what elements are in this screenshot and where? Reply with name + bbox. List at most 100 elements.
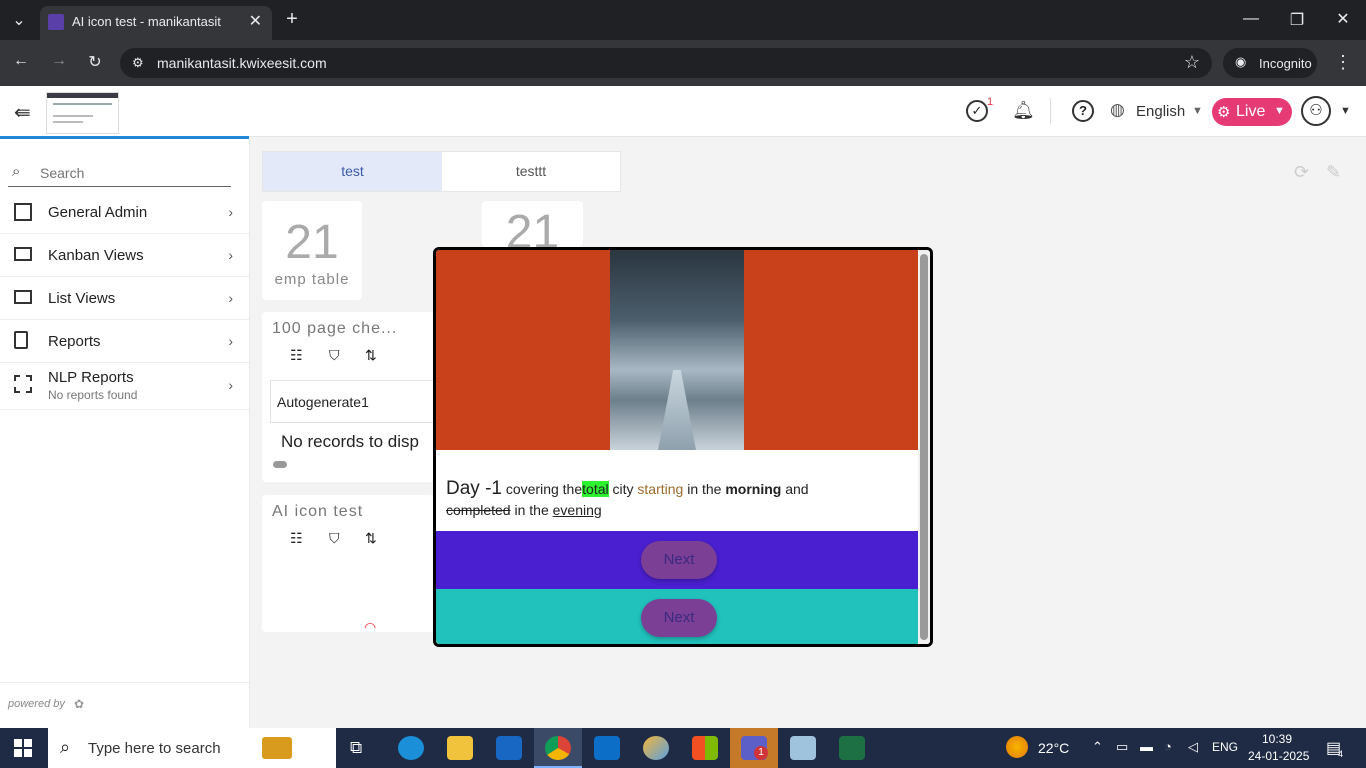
counter-card[interactable]: 21 emp table [262, 201, 362, 300]
language-dropdown-icon[interactable]: ▼ [1192, 105, 1203, 117]
windows-start-icon[interactable] [14, 739, 32, 757]
browser-tab-strip: ⌄ AI icon test - manikantasit ✕ + — ❐ ✕ [0, 0, 1366, 40]
close-window-icon[interactable]: ✕ [1332, 9, 1354, 29]
sidebar-item-label: NLP Reports [48, 369, 134, 386]
file-explorer-icon[interactable] [447, 736, 473, 760]
modal-scroll-thumb[interactable] [920, 254, 928, 640]
site-info-icon[interactable]: ⚙ [132, 55, 144, 71]
filter-icon[interactable]: ⛉ [329, 530, 340, 547]
browser-menu-icon[interactable]: ⋮ [1334, 52, 1352, 73]
briefcase-icon [262, 737, 292, 759]
sidebar-item-kanban-views[interactable]: Kanban Views › [0, 234, 249, 277]
weather-icon[interactable] [1006, 736, 1028, 758]
sidebar-item-general-admin[interactable]: General Admin › [0, 191, 249, 234]
minimize-icon[interactable]: — [1240, 10, 1262, 28]
horizontal-scrollbar[interactable] [273, 461, 287, 468]
incognito-icon: ◉ [1235, 54, 1247, 69]
sidebar-item-reports[interactable]: Reports › [0, 320, 249, 363]
store-icon[interactable] [692, 736, 718, 760]
sidebar-item-label: General Admin [48, 204, 148, 221]
incognito-label: Incognito [1259, 56, 1312, 71]
tray-chevron-icon[interactable]: ⌃ [1092, 739, 1103, 755]
tasks-count-badge: 1 [987, 96, 994, 108]
paint-icon[interactable] [643, 736, 669, 760]
sidebar-item-nlp-reports[interactable]: NLP Reports No reports found › [0, 363, 249, 410]
teams-taskbar-button[interactable]: 1 [730, 728, 778, 768]
taskbar-search-placeholder: Type here to search [88, 740, 221, 757]
edit-icon[interactable]: ✎ [1326, 162, 1341, 183]
tab-test[interactable]: test [263, 152, 442, 191]
counter-card-2[interactable]: 21 [482, 201, 583, 259]
text-segment: in the [687, 481, 722, 497]
columns-icon[interactable]: ☷ [290, 530, 303, 547]
new-tab-icon[interactable]: + [282, 8, 302, 30]
widget-title: 100 page che... [272, 320, 398, 337]
language-select[interactable]: English [1136, 103, 1185, 120]
modal-text: Day -1 covering thetotal city starting i… [446, 478, 916, 521]
wifi-icon[interactable]: ◔ [1164, 739, 1172, 754]
chevron-right-icon: › [228, 204, 233, 220]
forward-icon[interactable]: → [48, 52, 70, 70]
sort-icon[interactable]: ⇅ [365, 530, 377, 547]
restore-icon[interactable]: ❐ [1286, 10, 1308, 30]
sidebar-item-list-views[interactable]: List Views › [0, 277, 249, 320]
notifications-bell-icon[interactable]: 🔔︎ [1012, 100, 1035, 121]
task-view-icon[interactable]: ⧉ [350, 738, 362, 758]
clock-date[interactable]: 24-01-2025 [1248, 749, 1309, 763]
sidebar-search[interactable]: ⌕ [8, 161, 232, 187]
chrome-taskbar-button[interactable] [534, 728, 582, 768]
refresh-icon[interactable]: ⟳ [1294, 162, 1309, 183]
live-label: Live [1236, 103, 1266, 120]
highlight-text: total [582, 481, 609, 497]
excel-icon[interactable] [839, 736, 865, 760]
live-dropdown-icon: ▼ [1274, 105, 1285, 117]
tasks-check-icon[interactable]: ✓ [966, 100, 988, 122]
next-button[interactable]: Next [641, 541, 717, 579]
filter-icon[interactable]: ⛉ [329, 347, 340, 364]
table-column-header[interactable]: Autogenerate1 [277, 394, 369, 410]
taskbar-search[interactable]: ⌕ Type here to search [48, 728, 336, 768]
tab-search-icon[interactable]: ⌄ [8, 10, 30, 32]
widget-title: AI icon test [272, 503, 364, 520]
reload-icon[interactable]: ↻ [84, 52, 106, 72]
modal-scrollbar[interactable] [918, 250, 930, 644]
browser-tab[interactable]: AI icon test - manikantasit ✕ [40, 6, 272, 40]
input-language[interactable]: ENG [1212, 740, 1238, 754]
weather-temp[interactable]: 22°C [1038, 740, 1069, 756]
globe-icon[interactable]: ◍ [1110, 100, 1125, 120]
list-icon [14, 290, 32, 304]
columns-icon[interactable]: ☷ [290, 347, 303, 364]
bookmark-star-icon[interactable]: ☆ [1184, 52, 1200, 73]
clock-time[interactable]: 10:39 [1262, 732, 1292, 746]
user-menu-dropdown-icon[interactable]: ▼ [1340, 105, 1351, 117]
edge-icon[interactable] [398, 736, 424, 760]
sidebar-item-label: Reports [48, 333, 101, 350]
address-bar[interactable]: ⚙ manikantasit.kwixeesit.com ☆ [120, 48, 1212, 78]
sidebar-search-input[interactable] [38, 161, 232, 185]
sort-icon[interactable]: ⇅ [365, 347, 377, 364]
day-heading: Day -1 [446, 478, 502, 499]
collapse-menu-icon[interactable]: ⇚ [14, 100, 31, 125]
counter-value: 21 [285, 216, 339, 269]
outlook-icon[interactable] [496, 736, 522, 760]
live-toggle-button[interactable]: ⚙ Live ▼ [1212, 98, 1292, 126]
chip-icon [14, 375, 32, 393]
battery-icon[interactable]: ▬ [1140, 739, 1153, 754]
tab-close-icon[interactable]: ✕ [249, 11, 262, 31]
incognito-indicator[interactable]: ◉ Incognito [1223, 48, 1317, 78]
back-icon[interactable]: ← [10, 52, 32, 70]
sidebar-item-label: List Views [48, 290, 116, 307]
user-avatar-icon[interactable]: ⚇ [1301, 96, 1331, 126]
header-divider [1050, 98, 1051, 124]
sidebar-item-label: Kanban Views [48, 247, 144, 264]
network-icon[interactable]: ▭ [1116, 739, 1128, 755]
powered-by-label: powered by [8, 698, 65, 710]
next-button-2[interactable]: Next [641, 599, 717, 637]
volume-icon[interactable]: ◁ [1188, 739, 1198, 755]
app-logo[interactable] [46, 92, 119, 134]
tab-testtt[interactable]: testtt [442, 152, 620, 191]
notepad-icon[interactable] [790, 736, 816, 760]
search-icon: ⌕ [12, 163, 21, 180]
outlook-new-icon[interactable] [594, 736, 620, 760]
help-icon[interactable]: ? [1072, 100, 1094, 122]
